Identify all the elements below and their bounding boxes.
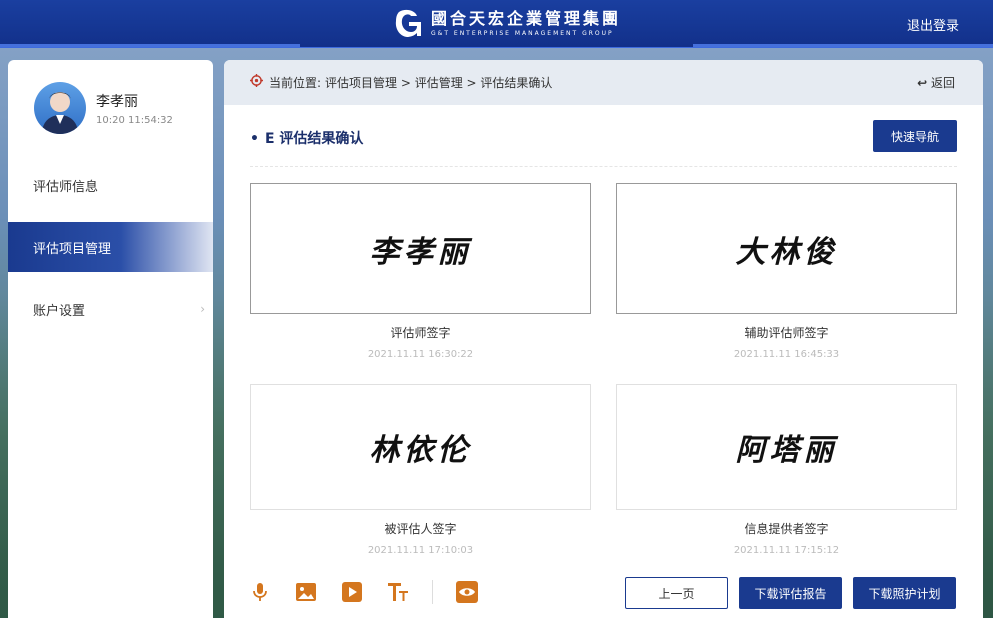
back-label: 返回 [930, 76, 955, 90]
top-header: 國合天宏企業管理集團 G&T ENTERPRISE MANAGEMENT GRO… [0, 0, 993, 48]
signature-image: 大林俊 [735, 234, 838, 270]
main-panel: 当前位置: 评估项目管理 > 评估管理 > 评估结果确认 ↩ 返回 • E 评估结… [224, 60, 983, 618]
user-login-time: 10:20 11:54:32 [96, 114, 173, 126]
media-toolbar [248, 580, 479, 604]
breadcrumb: 当前位置: 评估项目管理 > 评估管理 > 评估结果确认 ↩ 返回 [224, 60, 983, 105]
user-name: 李孝丽 [96, 93, 138, 110]
download-care-plan-button[interactable]: 下载照护计划 [853, 577, 956, 609]
signature-box[interactable]: 李孝丽 [250, 183, 591, 314]
video-play-icon[interactable] [340, 580, 364, 604]
signature-time: 2021.11.11 17:15:12 [733, 545, 840, 556]
header-decor-left [0, 44, 300, 47]
chevron-right-icon: › [200, 302, 205, 316]
signature-box[interactable]: 大林俊 [616, 183, 957, 314]
sidebar-item-label: 评估项目管理 [33, 241, 112, 257]
signature-label: 评估师签字 [390, 326, 451, 340]
quick-nav-button[interactable]: 快速导航 [873, 120, 957, 152]
breadcrumb-prefix: 当前位置: [269, 76, 322, 90]
section-title: • E 评估结果确认 [250, 131, 364, 147]
sidebar-item-project-management[interactable]: 评估项目管理 [8, 222, 213, 272]
logout-link[interactable]: 退出登录 [907, 15, 959, 34]
sidebar-item-account-settings[interactable]: 账户设置 › [8, 284, 213, 334]
download-report-button[interactable]: 下载评估报告 [739, 577, 842, 609]
image-icon[interactable] [294, 580, 318, 604]
sidebar-item-assessor-info[interactable]: 评估师信息 [8, 160, 213, 210]
signature-card-assessee: 林依伦 被评估人签字 2021.11.11 17:10:03 [250, 384, 591, 556]
signature-label: 辅助评估师签字 [744, 326, 829, 340]
back-arrow-icon: ↩ [917, 76, 928, 90]
text-size-icon[interactable] [386, 580, 410, 604]
user-profile: 李孝丽 10:20 11:54:32 [34, 82, 173, 134]
signature-time: 2021.11.11 16:30:22 [367, 349, 474, 360]
header-decor-right [693, 44, 993, 47]
signature-image: 李孝丽 [369, 234, 472, 270]
logo-mark-icon [393, 8, 425, 40]
prev-page-button[interactable]: 上一页 [625, 577, 728, 609]
signature-time: 2021.11.11 17:10:03 [367, 545, 474, 556]
signature-label: 信息提供者签字 [744, 522, 829, 536]
logo-chinese-name: 國合天宏企業管理集團 [431, 9, 622, 28]
signature-time: 2021.11.11 16:45:33 [733, 349, 840, 360]
logo-english-name: G&T ENTERPRISE MANAGEMENT GROUP [431, 30, 614, 37]
avatar[interactable] [34, 82, 86, 134]
back-button[interactable]: ↩ 返回 [917, 74, 955, 91]
signature-label: 被评估人签字 [384, 522, 457, 536]
section-divider [250, 166, 957, 167]
company-logo: 國合天宏企業管理集團 G&T ENTERPRISE MANAGEMENT GRO… [393, 6, 621, 42]
signature-box[interactable]: 林依伦 [250, 384, 591, 510]
bullet-icon: • [250, 131, 259, 147]
signature-card-assessor: 李孝丽 评估师签字 2021.11.11 16:30:22 [250, 183, 591, 360]
toolbar-separator [432, 580, 433, 604]
location-target-icon [250, 74, 263, 91]
signature-card-assistant: 大林俊 辅助评估师签字 2021.11.11 16:45:33 [616, 183, 957, 360]
signature-box[interactable]: 阿塔丽 [616, 384, 957, 510]
sidebar-item-label: 账户设置 [33, 303, 86, 319]
signature-image: 阿塔丽 [735, 433, 838, 468]
microphone-icon[interactable] [248, 580, 272, 604]
eye-icon[interactable] [455, 580, 479, 604]
signature-card-informant: 阿塔丽 信息提供者签字 2021.11.11 17:15:12 [616, 384, 957, 556]
sidebar-item-label: 评估师信息 [33, 179, 99, 195]
sidebar: 李孝丽 10:20 11:54:32 评估师信息 评估项目管理 账户设置 › [8, 60, 213, 618]
signature-image: 林依伦 [369, 433, 472, 468]
breadcrumb-path[interactable]: 评估项目管理 > 评估管理 > 评估结果确认 [325, 74, 552, 91]
